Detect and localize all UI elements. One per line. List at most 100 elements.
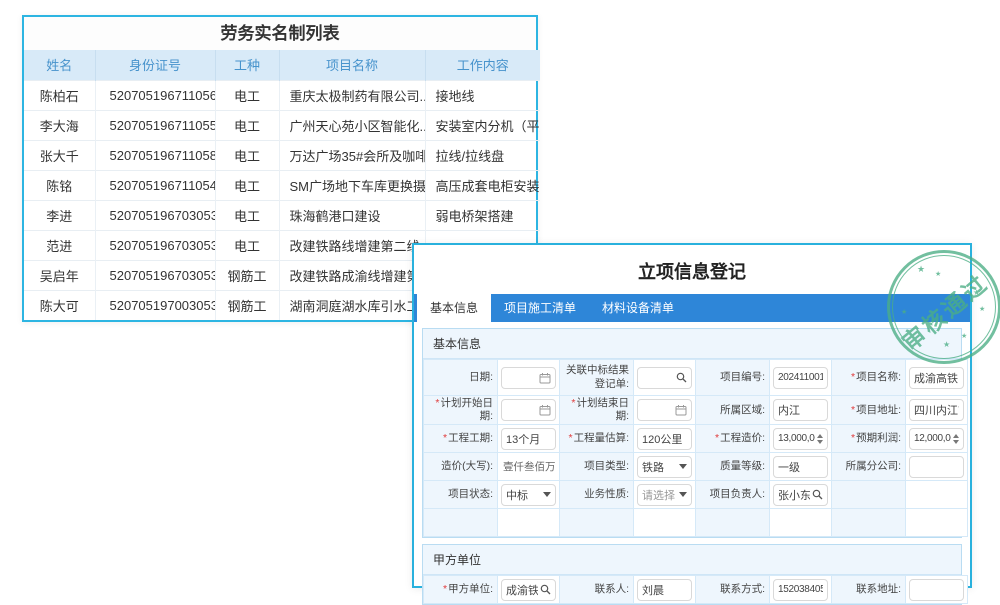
project-name-link[interactable]: 湖南洞庭湖水库引水工... (279, 290, 425, 320)
field-label: *预期利润: (832, 425, 906, 453)
tab-basic-info[interactable]: 基本信息 (417, 294, 491, 322)
worker-name-link[interactable]: 李进 (24, 200, 95, 230)
table-row: 陈柏石 520705196711056... 电工 重庆太极制药有限公司... … (24, 80, 540, 110)
worker-name-link[interactable]: 李大海 (24, 110, 95, 140)
quality-grade-input[interactable]: 一级 (773, 456, 828, 478)
form-title: 立项信息登记 (414, 245, 970, 294)
tab-construction-list[interactable]: 项目施工清单 (491, 294, 589, 322)
chevron-down-icon (543, 492, 551, 497)
field-label: 所属分公司: (832, 453, 906, 481)
chevron-down-icon (679, 464, 687, 469)
worker-id-cell: 520705197003053... (95, 290, 215, 320)
basic-info-section: 基本信息 日期: 关联中标结果登记单: 项目编号: 2024110017 *项目… (422, 328, 962, 538)
field-label: *工程工期: (424, 425, 498, 453)
field-label: 所属区域: (696, 396, 770, 425)
worker-job-cell: 钢筋工 (215, 260, 279, 290)
branch-company-input[interactable] (909, 456, 964, 478)
field-label: *工程造价: (696, 425, 770, 453)
worker-job-cell: 电工 (215, 140, 279, 170)
worker-id-cell: 520705196711054... (95, 170, 215, 200)
work-content-cell: 弱电桥架搭建 (425, 200, 540, 230)
worker-id-cell: 520705196703053... (95, 230, 215, 260)
field-label: 质量等级: (696, 453, 770, 481)
project-name-link[interactable]: 珠海鹤港口建设 (279, 200, 425, 230)
business-nature-select[interactable]: 请选择 (637, 484, 692, 506)
worker-name-link[interactable]: 张大千 (24, 140, 95, 170)
worker-id-cell: 520705196703053... (95, 200, 215, 230)
party-a-lookup[interactable]: 成渝铁路工 (501, 579, 556, 601)
search-icon[interactable] (812, 489, 823, 500)
search-icon[interactable] (676, 372, 687, 383)
worker-job-cell: 电工 (215, 230, 279, 260)
project-name-link[interactable]: 改建铁路线增建第二线... (279, 230, 425, 260)
project-name-link[interactable]: 万达广场35#会所及咖啡... (279, 140, 425, 170)
worker-name-link[interactable]: 陈铭 (24, 170, 95, 200)
field-label: *工程量估算: (560, 425, 634, 453)
project-cost-input[interactable]: 13,000,000 (773, 428, 828, 450)
number-stepper-icon[interactable] (817, 434, 823, 444)
contact-address-input[interactable] (909, 579, 964, 601)
project-name-input[interactable]: 成渝高铁内江 (909, 367, 964, 389)
tab-material-equipment-list[interactable]: 材料设备清单 (589, 294, 687, 322)
col-header-id: 身份证号 (95, 50, 215, 80)
project-registration-panel: 立项信息登记 基本信息 项目施工清单 材料设备清单 基本信息 日期: 关联中标结… (412, 243, 972, 588)
project-name-link[interactable]: SM广场地下车库更换摄... (279, 170, 425, 200)
worker-name-link[interactable]: 吴启年 (24, 260, 95, 290)
contact-phone-input[interactable]: 15203840584 (773, 579, 828, 601)
party-a-section-title: 甲方单位 (423, 545, 961, 575)
party-a-section: 甲方单位 *甲方单位: 成渝铁路工 联系人: 刘晨 联系方式: 15203840… (422, 544, 962, 605)
expected-profit-input[interactable]: 12,000,000 (909, 428, 964, 450)
project-type-select[interactable]: 铁路 (637, 456, 692, 478)
number-stepper-icon[interactable] (953, 434, 959, 444)
worker-id-cell: 520705196711055... (95, 110, 215, 140)
calendar-icon (675, 404, 687, 416)
region-input[interactable]: 内江 (773, 399, 828, 421)
search-icon[interactable] (540, 584, 551, 595)
field-label: 项目状态: (424, 481, 498, 509)
worker-table-header: 姓名 身份证号 工种 项目名称 工作内容 (24, 50, 540, 80)
field-label: 项目类型: (560, 453, 634, 481)
project-status-select[interactable]: 中标 (501, 484, 556, 506)
duration-input[interactable]: 13个月 (501, 428, 556, 450)
project-name-link[interactable]: 重庆太极制药有限公司... (279, 80, 425, 110)
field-label: *项目名称: (832, 360, 906, 396)
star-icon: ★ (979, 305, 985, 313)
table-row: 张大千 520705196711058... 电工 万达广场35#会所及咖啡..… (24, 140, 540, 170)
quantity-estimate-input[interactable]: 120公里 (637, 428, 692, 450)
plan-end-date-input[interactable] (637, 399, 692, 421)
field-label: 项目编号: (696, 360, 770, 396)
empty-label-cell (832, 481, 906, 509)
worker-name-link[interactable]: 范进 (24, 230, 95, 260)
col-header-project: 项目名称 (279, 50, 425, 80)
col-header-job: 工种 (215, 50, 279, 80)
worker-name-link[interactable]: 陈大可 (24, 290, 95, 320)
work-content-cell: 高压成套电柜安装 (425, 170, 540, 200)
empty-value-cell (906, 481, 968, 509)
chevron-down-icon (679, 492, 687, 497)
work-content-cell: 接地线 (425, 80, 540, 110)
bid-result-lookup[interactable] (637, 367, 692, 389)
field-label: *项目地址: (832, 396, 906, 425)
col-header-work: 工作内容 (425, 50, 540, 80)
date-input[interactable] (501, 367, 556, 389)
basic-info-section-title: 基本信息 (423, 329, 961, 359)
worker-id-cell: 520705196703053... (95, 260, 215, 290)
project-name-link[interactable]: 广州天心苑小区智能化... (279, 110, 425, 140)
project-manager-lookup[interactable]: 张小东 (773, 484, 828, 506)
cost-in-words-text: 壹仟叁佰万元整 (501, 459, 556, 474)
worker-job-cell: 电工 (215, 110, 279, 140)
plan-start-date-input[interactable] (501, 399, 556, 421)
project-code-input[interactable]: 2024110017 (773, 367, 828, 389)
table-row: 李进 520705196703053... 电工 珠海鹤港口建设 弱电桥架搭建 (24, 200, 540, 230)
field-label: 造价(大写): (424, 453, 498, 481)
work-content-cell: 安装室内分机（平层... (425, 110, 540, 140)
worker-list-title: 劳务实名制列表 (24, 17, 536, 50)
worker-id-cell: 520705196711056... (95, 80, 215, 110)
contact-person-input[interactable]: 刘晨 (637, 579, 692, 601)
worker-name-link[interactable]: 陈柏石 (24, 80, 95, 110)
worker-id-cell: 520705196711058... (95, 140, 215, 170)
worker-job-cell: 钢筋工 (215, 290, 279, 320)
col-header-name: 姓名 (24, 50, 95, 80)
project-address-input[interactable]: 四川内江市 (909, 399, 964, 421)
project-name-link[interactable]: 改建铁路成渝线增建第... (279, 260, 425, 290)
